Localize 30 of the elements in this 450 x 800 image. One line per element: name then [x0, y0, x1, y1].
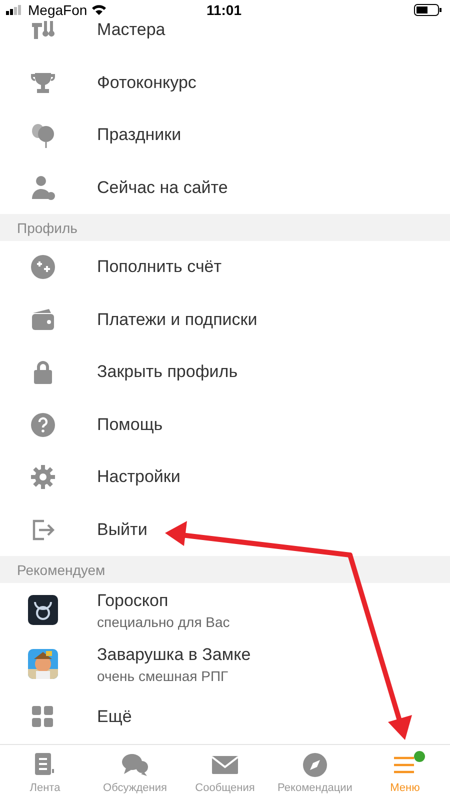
menu-item[interactable]: Мастера — [97, 20, 166, 40]
taurus-app-icon — [28, 595, 58, 625]
battery-icon — [414, 4, 442, 16]
menu-item[interactable]: Выйти — [97, 520, 148, 540]
menu-item[interactable]: Ещё — [97, 707, 132, 728]
menu-item[interactable]: Настройки — [97, 467, 180, 488]
section-header: Рекомендуем — [0, 556, 450, 583]
menu-item[interactable]: Сейчас на сайте — [97, 178, 228, 198]
signal-icon — [6, 5, 24, 15]
wifi-icon — [91, 4, 108, 16]
help-icon — [30, 412, 56, 438]
menu-item[interactable]: Закрыть профиль — [97, 362, 238, 382]
menu-item[interactable]: Платежи и подписки — [97, 310, 258, 330]
menu-item[interactable]: Праздники — [97, 125, 182, 146]
menu-item[interactable]: Помощь — [97, 414, 163, 435]
clock-time: 11:01 — [206, 2, 242, 18]
wallet-icon — [30, 306, 56, 333]
menu-item[interactable]: Пополнить счёт — [97, 257, 222, 278]
item-subtitle: очень смешная РПГ — [97, 668, 230, 684]
compass-icon — [301, 750, 329, 779]
settings-icon — [30, 464, 56, 490]
carrier-name: MegaFon — [28, 2, 88, 18]
balloons-icon — [30, 122, 56, 148]
users-icon — [30, 174, 56, 201]
add-coin-icon — [30, 254, 56, 280]
menu-item[interactable]: Гороскоп — [97, 590, 230, 610]
item-subtitle: специально для Вас — [97, 614, 230, 630]
menu-item[interactable]: Фотоконкурс — [97, 72, 196, 93]
menu-item[interactable]: Заварушка в Замке — [97, 644, 251, 664]
section-header: Профиль — [0, 214, 450, 241]
